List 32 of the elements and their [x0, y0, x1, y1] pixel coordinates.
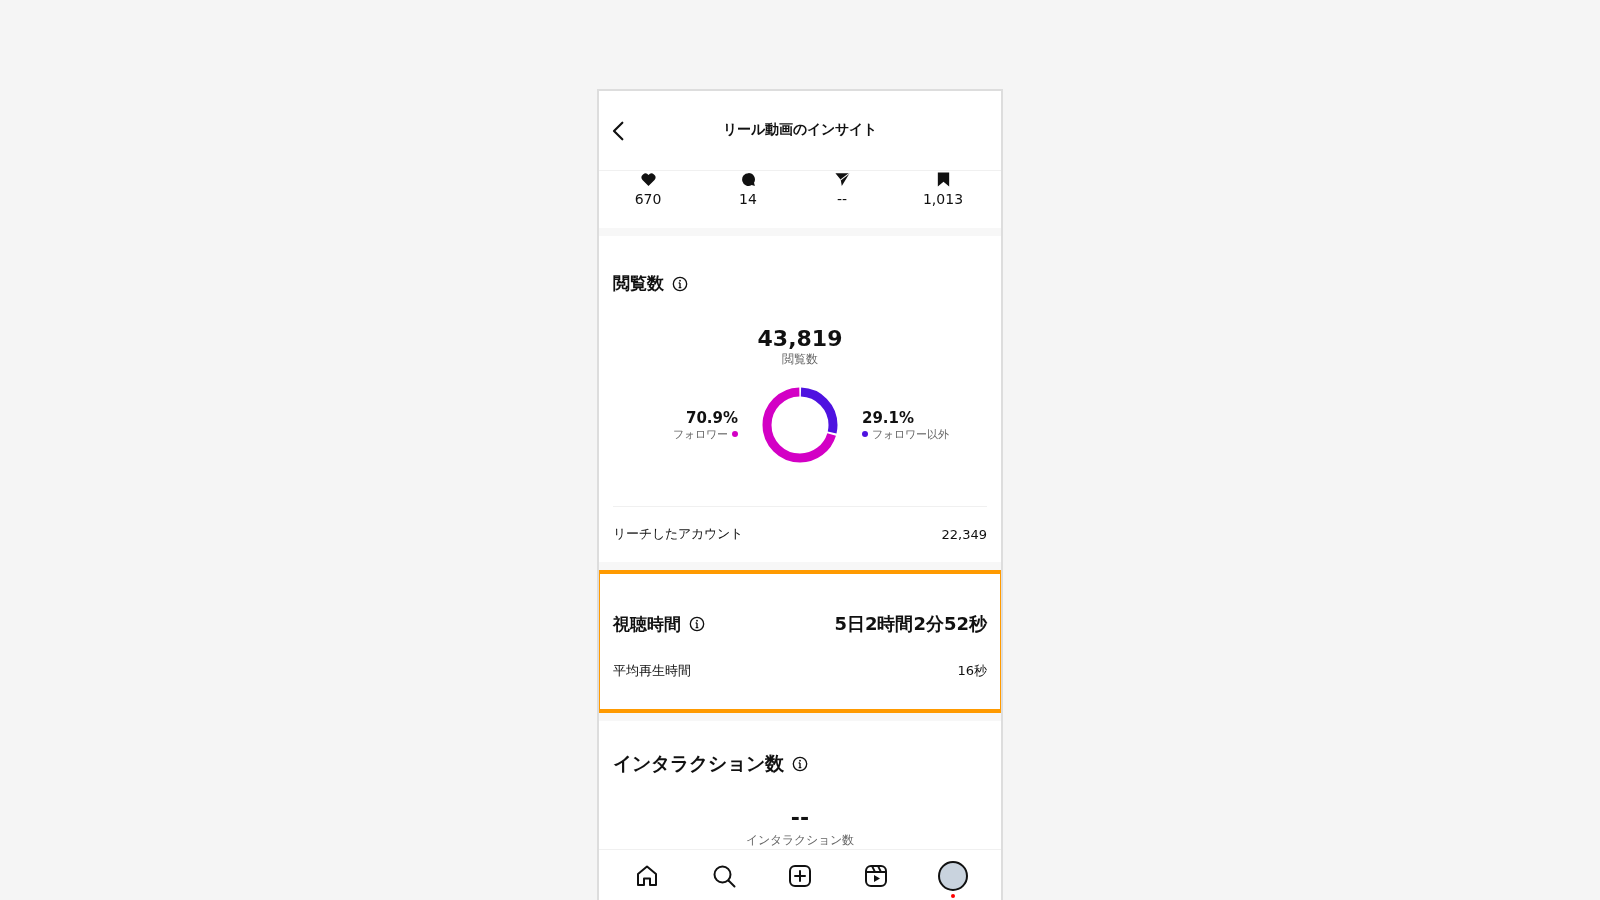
total-value: 43,819 [757, 326, 843, 352]
search-icon[interactable] [711, 864, 736, 888]
stat-value: -- [836, 190, 848, 207]
play-clapperboard-icon[interactable] [864, 864, 889, 888]
heart-icon [639, 170, 657, 188]
info-icon[interactable] [672, 275, 688, 292]
home-icon[interactable] [635, 864, 660, 888]
watch-time-value: 5日2時間2分52秒 [834, 612, 987, 636]
metric-label: 平均再生時間 [613, 662, 691, 680]
speech-bubble-icon [739, 170, 757, 188]
total-value: -- [790, 805, 810, 830]
section-title: インタラクション数 [613, 751, 784, 776]
percent-value: 70.9% [685, 408, 738, 427]
avatar-placeholder[interactable] [937, 861, 968, 891]
legend-label: フォロワー [673, 426, 728, 442]
stat-value: 670 [634, 190, 662, 207]
section-title: 視聴時間 [613, 612, 681, 636]
section-title: 閲覧数 [613, 272, 664, 296]
info-icon[interactable] [689, 616, 705, 632]
metric-value: 22,349 [941, 526, 987, 542]
legend-label: フォロワー以外 [872, 426, 949, 442]
total-label: インタラクション数 [746, 832, 854, 849]
metric-label: リーチしたアカウント [613, 525, 743, 544]
total-label: 閲覧数 [782, 351, 818, 369]
info-icon[interactable] [792, 756, 808, 772]
plus-square-icon[interactable] [787, 864, 812, 888]
screen-title: リール動画のインサイト [723, 121, 877, 140]
stat-value: 14 [739, 190, 757, 207]
paper-plane-icon [833, 170, 851, 188]
percent-value: 29.1% [862, 408, 916, 427]
metric-value: 16秒 [957, 662, 987, 680]
stat-value: 1,013 [922, 190, 964, 207]
